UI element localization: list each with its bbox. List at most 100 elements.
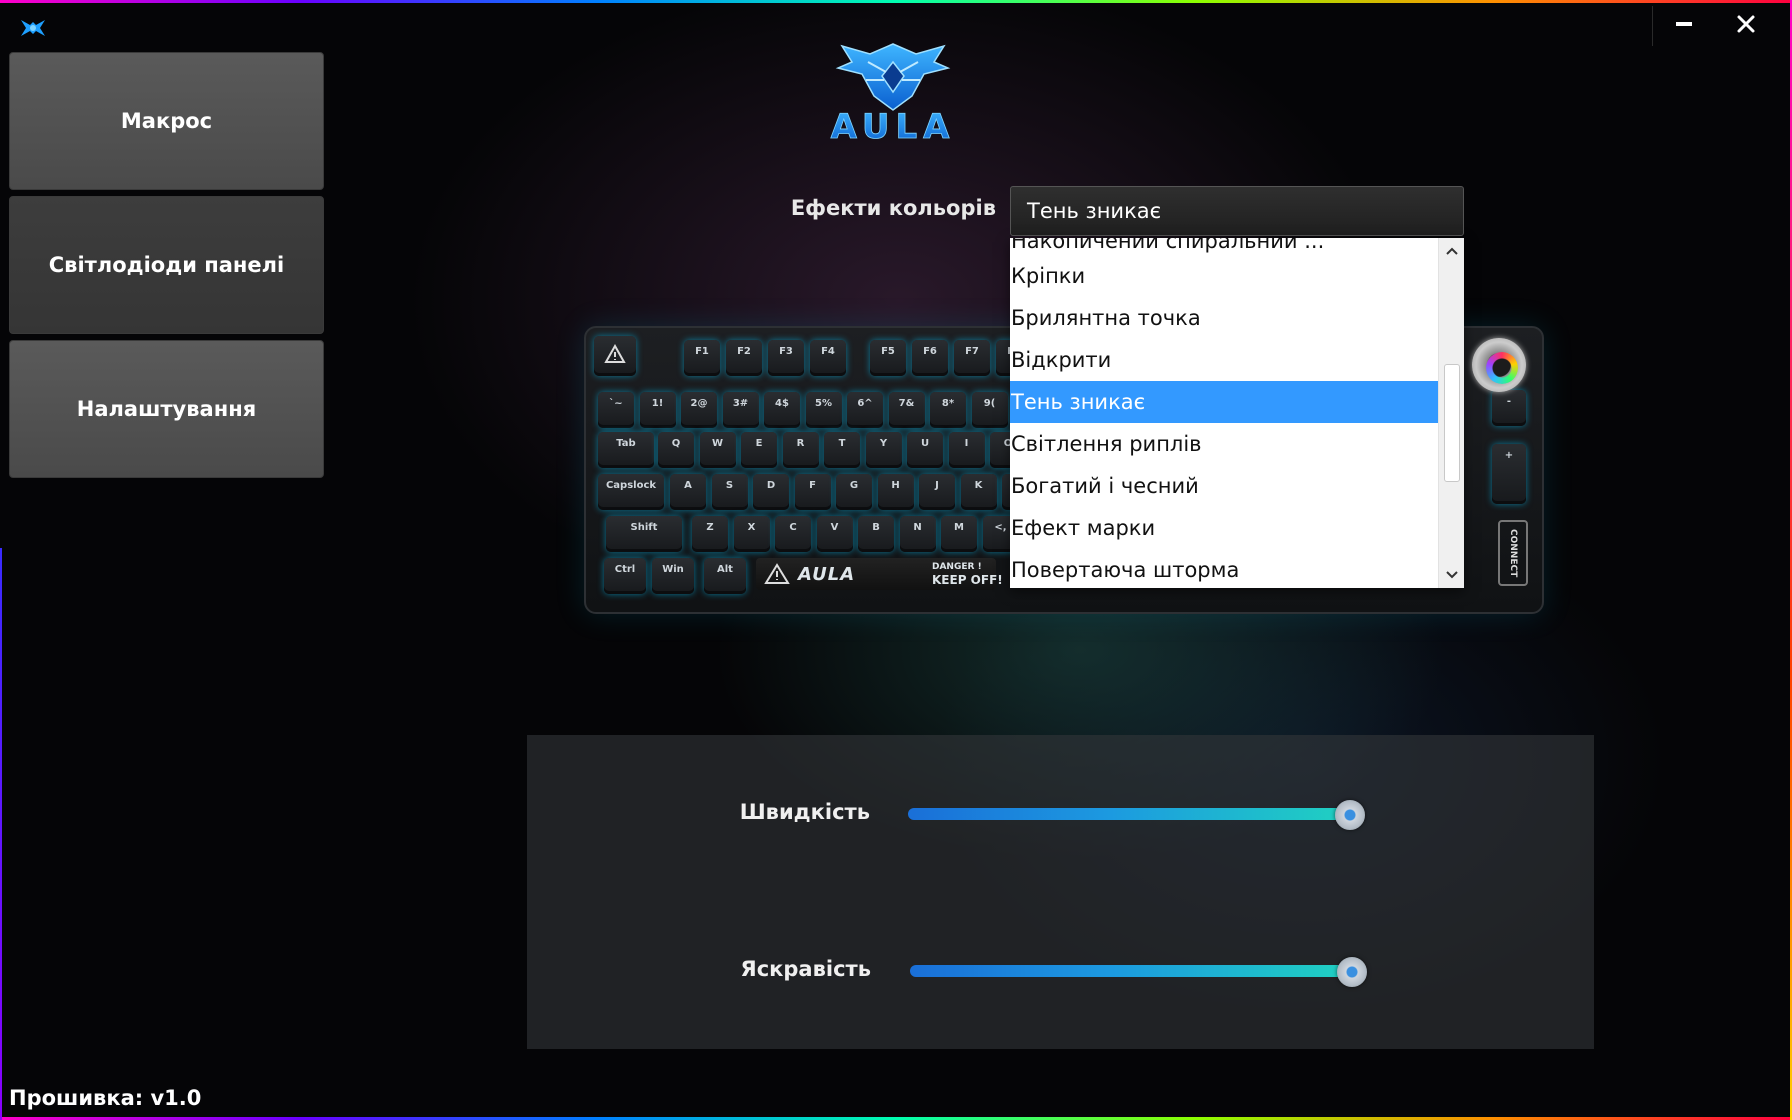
logo-text: AULA — [831, 107, 956, 142]
dropdown-item[interactable]: Світлення риплів — [1010, 423, 1438, 465]
keyboard-key: K — [960, 474, 997, 510]
keyboard-key: F1 — [684, 340, 720, 376]
dropdown-item[interactable]: Кріпки — [1010, 255, 1438, 297]
keyboard-key: B — [858, 516, 894, 552]
dropdown-item-selected[interactable]: Тень зникає — [1010, 381, 1438, 423]
keyboard-key: 2@ — [681, 392, 717, 428]
sidebar-item-label: Макрос — [120, 109, 213, 133]
sidebar-item-panel-leds[interactable]: Світлодіоди панелі — [9, 196, 324, 334]
keyboard-key: T — [824, 432, 860, 468]
sidebar-item-label: Налаштування — [76, 397, 257, 421]
scroll-up-button[interactable] — [1439, 238, 1464, 264]
keyboard-key: A — [670, 474, 706, 510]
keyboard-key: Capslock — [598, 474, 664, 510]
warning-icon — [604, 344, 626, 363]
close-icon — [1737, 15, 1755, 33]
close-button[interactable] — [1720, 6, 1772, 42]
rgb-border-left — [0, 548, 2, 1120]
keyboard-key: - — [1492, 390, 1526, 426]
keyboard-key: Y — [865, 432, 902, 468]
keyboard-key: Shift — [606, 516, 682, 552]
keyboard-key: I — [948, 432, 985, 468]
dropdown-item[interactable]: Богатий і чесний — [1010, 465, 1438, 507]
effects-selected-value: Тень зникає — [1027, 199, 1162, 223]
rgb-border-top — [0, 0, 1792, 3]
keyboard-key: F4 — [810, 340, 846, 376]
keyboard-key: F6 — [912, 340, 948, 376]
dropdown-scrollbar[interactable] — [1438, 238, 1464, 588]
dropdown-item[interactable]: Повертаюча шторма — [1010, 549, 1438, 588]
aula-spider-icon — [18, 16, 48, 40]
keyboard-key: Tab — [598, 432, 654, 468]
keyboard-key: + — [1492, 444, 1526, 504]
aula-logo: AULA — [808, 38, 978, 147]
chevron-down-icon — [1446, 571, 1458, 579]
keyboard-key: `~ — [598, 392, 634, 428]
keyboard-key: F2 — [726, 340, 762, 376]
effects-dropdown-list[interactable]: Накопичений спиральний ... Кріпки Брилян… — [1010, 238, 1464, 588]
keyboard-key: H — [877, 474, 914, 510]
keyboard-key: F3 — [768, 340, 804, 376]
sidebar-item-macros[interactable]: Макрос — [9, 52, 324, 190]
keyboard-key: 5% — [805, 392, 842, 428]
titlebar-separator — [1652, 6, 1653, 46]
keyboard-key: C — [775, 516, 811, 552]
minimize-button[interactable] — [1658, 6, 1710, 42]
dropdown-item[interactable]: Ефект марки — [1010, 507, 1438, 549]
keyboard-key: X — [733, 516, 770, 552]
warning-icon — [764, 563, 790, 584]
dropdown-item[interactable]: Брилянтна точка — [1010, 297, 1438, 339]
dropdown-item[interactable]: Відкрити — [1010, 339, 1438, 381]
keyboard-key: 1! — [639, 392, 676, 428]
keyboard-key: U — [907, 432, 943, 468]
keyboard-key: G — [836, 474, 872, 510]
keyboard-key: 3# — [722, 392, 759, 428]
warning-key — [594, 336, 636, 376]
keyboard-key: Ctrl — [604, 558, 646, 594]
keep-off-line2: KEEP OFF! — [932, 573, 1003, 587]
keyboard-key: F5 — [870, 340, 906, 376]
speed-label: Швидкість — [739, 800, 870, 824]
keyboard-key: R — [782, 432, 819, 468]
keep-off-label: DANGER ! KEEP OFF! — [932, 561, 1003, 587]
keyboard-key: 6^ — [847, 392, 883, 428]
keyboard-key: D — [753, 474, 789, 510]
keyboard-key: W — [699, 432, 736, 468]
keyboard-key: Alt — [704, 558, 746, 594]
brightness-slider[interactable] — [910, 965, 1360, 977]
minimize-icon — [1676, 22, 1692, 26]
keyboard-key: J — [919, 474, 955, 510]
dropdown-items: Накопичений спиральний ... Кріпки Брилян… — [1010, 238, 1438, 588]
effects-label: Ефекти кольорів — [790, 196, 996, 220]
speed-slider[interactable] — [908, 808, 1358, 820]
app-window: Макрос Світлодіоди панелі Налаштування A… — [0, 0, 1792, 1120]
keyboard-key: 9( — [971, 392, 1008, 428]
rgb-knob — [1472, 338, 1526, 392]
sidebar-item-settings[interactable]: Налаштування — [9, 340, 324, 478]
sidebar-item-label: Світлодіоди панелі — [48, 253, 285, 277]
keyboard-key: N — [899, 516, 936, 552]
keyboard-key: 4$ — [764, 392, 800, 428]
keyboard-key: M — [941, 516, 977, 552]
keyboard-key: F — [794, 474, 831, 510]
keyboard-key: 8* — [930, 392, 966, 428]
keyboard-key: F7 — [954, 340, 990, 376]
connect-key: CONNECT — [1498, 520, 1528, 586]
keyboard-key: V — [816, 516, 853, 552]
scroll-down-button[interactable] — [1439, 562, 1464, 588]
sliders-panel — [527, 735, 1594, 1049]
firmware-version: Прошивка: v1.0 — [9, 1086, 202, 1110]
keyboard-key: Z — [692, 516, 728, 552]
brightness-slider-thumb[interactable] — [1337, 957, 1367, 987]
chevron-up-icon — [1446, 247, 1458, 255]
brightness-label: Яскравість — [740, 957, 871, 981]
speed-slider-thumb[interactable] — [1335, 800, 1365, 830]
keyboard-key: Win — [652, 558, 694, 594]
keyboard-key: Q — [658, 432, 694, 468]
keyboard-key: S — [711, 474, 748, 510]
brand-plate-text: AULA — [798, 563, 856, 585]
effects-select[interactable]: Тень зникає — [1010, 186, 1464, 236]
keyboard-key: E — [741, 432, 777, 468]
scrollbar-thumb[interactable] — [1444, 364, 1460, 482]
keyboard-key: 7& — [888, 392, 925, 428]
